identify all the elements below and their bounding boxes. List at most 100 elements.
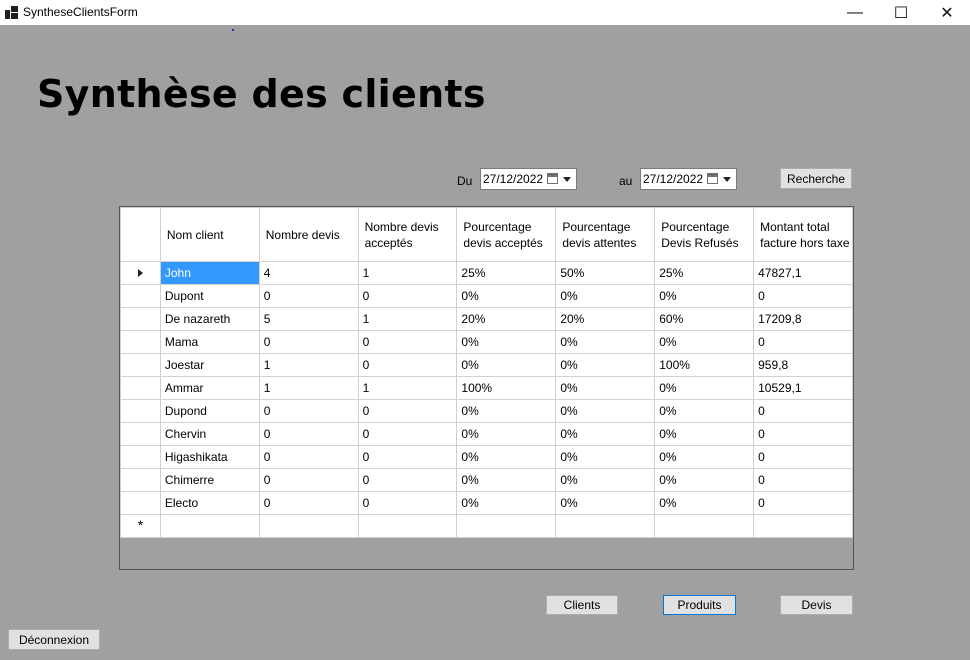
table-cell[interactable]: 1	[357, 261, 458, 285]
table-cell[interactable]: 0	[753, 445, 853, 469]
row-header-cell[interactable]	[120, 284, 161, 308]
column-header[interactable]: Montant total facture hors taxe	[753, 207, 853, 262]
table-cell[interactable]: 0%	[654, 422, 755, 446]
devis-button[interactable]: Devis	[780, 595, 853, 615]
table-cell[interactable]: 0%	[456, 445, 557, 469]
column-header[interactable]: Nombre devis acceptés	[357, 207, 458, 262]
table-cell[interactable]: 0	[357, 445, 458, 469]
close-button[interactable]: ✕	[924, 0, 970, 25]
table-cell[interactable]: 0	[753, 330, 853, 354]
table-row[interactable]: Dupond 0 0 0% 0% 0% 0	[120, 399, 853, 423]
table-cell[interactable]: 0%	[654, 445, 755, 469]
table-cell[interactable]: 0	[258, 399, 359, 423]
table-cell[interactable]: 0%	[654, 376, 755, 400]
table-cell[interactable]: 0	[753, 399, 853, 423]
table-cell[interactable]: 100%	[456, 376, 557, 400]
table-cell[interactable]: Dupond	[159, 399, 260, 423]
table-cell[interactable]: 1	[357, 376, 458, 400]
table-cell[interactable]: 5	[258, 307, 359, 331]
table-cell[interactable]	[258, 514, 359, 538]
row-header-cell[interactable]	[120, 307, 161, 331]
row-header-cell[interactable]	[120, 330, 161, 354]
table-cell[interactable]: 0	[357, 491, 458, 515]
clients-button[interactable]: Clients	[546, 595, 618, 615]
table-cell[interactable]: 0	[753, 468, 853, 492]
table-cell[interactable]: Higashikata	[159, 445, 260, 469]
table-cell[interactable]: 0%	[555, 445, 656, 469]
row-header-cell[interactable]: *	[120, 514, 161, 538]
table-cell[interactable]: 20%	[555, 307, 656, 331]
table-cell[interactable]: 0	[357, 468, 458, 492]
row-header-cell[interactable]	[120, 376, 161, 400]
table-cell[interactable]: Joestar	[159, 353, 260, 377]
table-cell[interactable]: 0	[258, 284, 359, 308]
table-cell[interactable]: 0%	[456, 399, 557, 423]
corner-header-cell[interactable]	[120, 207, 161, 262]
table-cell[interactable]: 0	[258, 330, 359, 354]
table-cell[interactable]: Ammar	[159, 376, 260, 400]
table-cell[interactable]: 0%	[456, 353, 557, 377]
table-cell[interactable]: 0%	[456, 330, 557, 354]
produits-button[interactable]: Produits	[663, 595, 736, 615]
row-header-cell[interactable]	[120, 468, 161, 492]
table-cell[interactable]	[159, 514, 260, 538]
new-row[interactable]: *	[120, 514, 853, 538]
table-cell[interactable]: 0%	[654, 468, 755, 492]
table-cell[interactable]: 0%	[654, 491, 755, 515]
table-row[interactable]: Higashikata 0 0 0% 0% 0% 0	[120, 445, 853, 469]
table-cell[interactable]: Electo	[159, 491, 260, 515]
table-cell[interactable]: 100%	[654, 353, 755, 377]
search-button[interactable]: Recherche	[780, 168, 852, 189]
table-cell[interactable]: 25%	[456, 261, 557, 285]
table-cell[interactable]: Mama	[159, 330, 260, 354]
table-cell[interactable]: 0%	[555, 284, 656, 308]
row-header-cell[interactable]	[120, 399, 161, 423]
column-header[interactable]: Nom client	[159, 207, 260, 262]
row-header-cell[interactable]	[120, 261, 161, 285]
table-cell[interactable]: 0%	[555, 399, 656, 423]
table-cell[interactable]: 50%	[555, 261, 656, 285]
table-row[interactable]: Chimerre 0 0 0% 0% 0% 0	[120, 468, 853, 492]
table-cell[interactable]: 959,8	[753, 353, 853, 377]
table-cell[interactable]: 0%	[555, 353, 656, 377]
table-cell[interactable]	[753, 514, 853, 538]
column-header[interactable]: Pourcentage Devis Refusés	[654, 207, 755, 262]
table-cell[interactable]: 0%	[654, 284, 755, 308]
table-cell[interactable]: 0	[753, 491, 853, 515]
clients-summary-grid[interactable]: Nom client Nombre devis Nombre devis acc…	[119, 206, 854, 570]
table-row[interactable]: John 4 1 25% 50% 25% 47827,1	[120, 261, 853, 285]
table-cell[interactable]: 0	[357, 422, 458, 446]
table-cell[interactable]: Chimerre	[159, 468, 260, 492]
table-cell[interactable]	[456, 514, 557, 538]
table-cell[interactable]: 0%	[456, 468, 557, 492]
table-cell[interactable]: 60%	[654, 307, 755, 331]
table-cell[interactable]: 0%	[456, 284, 557, 308]
table-cell[interactable]: De nazareth	[159, 307, 260, 331]
table-cell[interactable]: 0	[357, 399, 458, 423]
column-header[interactable]: Nombre devis	[258, 207, 359, 262]
minimize-button[interactable]: —	[832, 0, 878, 25]
table-cell[interactable]: 0%	[456, 491, 557, 515]
table-cell[interactable]	[654, 514, 755, 538]
row-header-cell[interactable]	[120, 353, 161, 377]
column-header[interactable]: Pourcentage devis acceptés	[456, 207, 557, 262]
logout-button[interactable]: Déconnexion	[8, 629, 100, 650]
table-cell[interactable]: 17209,8	[753, 307, 853, 331]
table-cell[interactable]: 0	[258, 491, 359, 515]
table-cell[interactable]	[357, 514, 458, 538]
row-header-cell[interactable]	[120, 445, 161, 469]
table-cell[interactable]: 0%	[654, 399, 755, 423]
table-cell[interactable]: John	[159, 261, 260, 285]
column-header[interactable]: Pourcentage devis attentes	[555, 207, 656, 262]
table-cell[interactable]: 0	[258, 445, 359, 469]
table-cell[interactable]: 0	[753, 422, 853, 446]
table-row[interactable]: Electo 0 0 0% 0% 0% 0	[120, 491, 853, 515]
table-row[interactable]: De nazareth 5 1 20% 20% 60% 17209,8	[120, 307, 853, 331]
table-cell[interactable]: 0%	[555, 422, 656, 446]
table-cell[interactable]: 1	[258, 376, 359, 400]
table-cell[interactable]: 4	[258, 261, 359, 285]
table-cell[interactable]: 0	[357, 353, 458, 377]
maximize-button[interactable]: ☐	[878, 0, 924, 25]
table-cell[interactable]: 0%	[555, 491, 656, 515]
table-row[interactable]: Chervin 0 0 0% 0% 0% 0	[120, 422, 853, 446]
